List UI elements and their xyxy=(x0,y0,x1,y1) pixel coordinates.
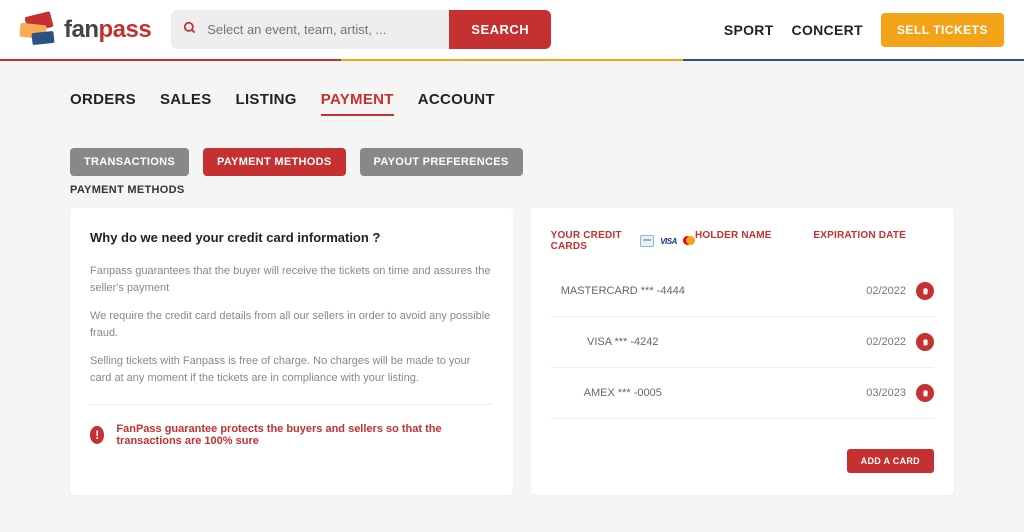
card-row: AMEX *** -0005 03/2023 xyxy=(551,368,934,419)
credit-cards-card: YOUR CREDIT CARDS VISA HOLDER NAME EXPIR… xyxy=(531,208,954,495)
search-button[interactable]: SEARCH xyxy=(449,10,551,49)
info-paragraph-2: We require the credit card details from … xyxy=(90,308,493,341)
card-row: VISA *** -4242 02/2022 xyxy=(551,317,934,368)
credit-card-icon xyxy=(640,235,654,247)
subtab-transactions[interactable]: TRANSACTIONS xyxy=(70,148,189,176)
search-bar: SEARCH xyxy=(171,10,551,49)
info-card: Why do we need your credit card informat… xyxy=(70,208,513,495)
visa-icon: VISA xyxy=(660,237,677,246)
account-tabs: ORDERS SALES LISTING PAYMENT ACCOUNT xyxy=(0,61,1024,126)
card-expiration: 03/2023 xyxy=(796,387,906,399)
col-your-cards: YOUR CREDIT CARDS VISA xyxy=(551,230,695,252)
nav-concert[interactable]: CONCERT xyxy=(792,22,863,38)
exclamation-icon: ! xyxy=(90,426,104,444)
guarantee-note: ! FanPass guarantee protects the buyers … xyxy=(90,423,493,447)
trash-icon xyxy=(921,337,930,347)
delete-card-button[interactable] xyxy=(916,333,934,351)
tab-payment[interactable]: PAYMENT xyxy=(321,91,394,116)
brand-name-left: fan xyxy=(64,16,99,43)
delete-card-button[interactable] xyxy=(916,384,934,402)
search-input[interactable] xyxy=(203,10,449,49)
content-area: Why do we need your credit card informat… xyxy=(0,208,1024,525)
payment-subtabs: TRANSACTIONS PAYMENT METHODS PAYOUT PREF… xyxy=(0,126,1024,184)
search-icon xyxy=(183,21,197,38)
card-expiration: 02/2022 xyxy=(796,285,906,297)
brand-wordmark: fanpass xyxy=(64,16,151,44)
card-name: AMEX *** -0005 xyxy=(551,387,695,399)
head-holder-label: HOLDER NAME xyxy=(695,230,796,252)
info-paragraph-3: Selling tickets with Fanpass is free of … xyxy=(90,353,493,386)
subtab-payment-methods[interactable]: PAYMENT METHODS xyxy=(203,148,346,176)
cards-table-head: YOUR CREDIT CARDS VISA HOLDER NAME EXPIR… xyxy=(551,230,934,266)
tab-account[interactable]: ACCOUNT xyxy=(418,91,495,116)
card-expiration: 02/2022 xyxy=(796,336,906,348)
trash-icon xyxy=(921,286,930,296)
nav-sport[interactable]: SPORT xyxy=(724,22,774,38)
info-paragraph-1: Fanpass guarantees that the buyer will r… xyxy=(90,263,493,296)
guarantee-text: FanPass guarantee protects the buyers an… xyxy=(116,423,492,447)
head-exp-label: EXPIRATION DATE xyxy=(796,230,906,252)
logo-mark-icon xyxy=(20,14,58,46)
delete-card-button[interactable] xyxy=(916,282,934,300)
brand-logo[interactable]: fanpass xyxy=(20,14,151,46)
info-title: Why do we need your credit card informat… xyxy=(90,230,493,245)
trash-icon xyxy=(921,388,930,398)
tab-orders[interactable]: ORDERS xyxy=(70,91,136,116)
brand-name-right: pass xyxy=(99,16,152,43)
section-label: PAYMENT METHODS xyxy=(0,184,1024,196)
head-cards-label: YOUR CREDIT CARDS xyxy=(551,230,635,252)
top-header: fanpass SEARCH SPORT CONCERT SELL TICKET… xyxy=(0,0,1024,59)
add-card-button[interactable]: ADD A CARD xyxy=(847,449,934,473)
card-name: MASTERCARD *** -4444 xyxy=(551,285,695,297)
tab-listing[interactable]: LISTING xyxy=(236,91,297,116)
subtab-payout-preferences[interactable]: PAYOUT PREFERENCES xyxy=(360,148,523,176)
card-row: MASTERCARD *** -4444 02/2022 xyxy=(551,266,934,317)
card-name: VISA *** -4242 xyxy=(551,336,695,348)
header-right: SPORT CONCERT SELL TICKETS xyxy=(724,13,1004,47)
info-divider xyxy=(90,404,493,405)
mastercard-icon xyxy=(683,236,695,246)
tricolor-divider xyxy=(0,59,1024,61)
sell-tickets-button[interactable]: SELL TICKETS xyxy=(881,13,1004,47)
tab-sales[interactable]: SALES xyxy=(160,91,212,116)
